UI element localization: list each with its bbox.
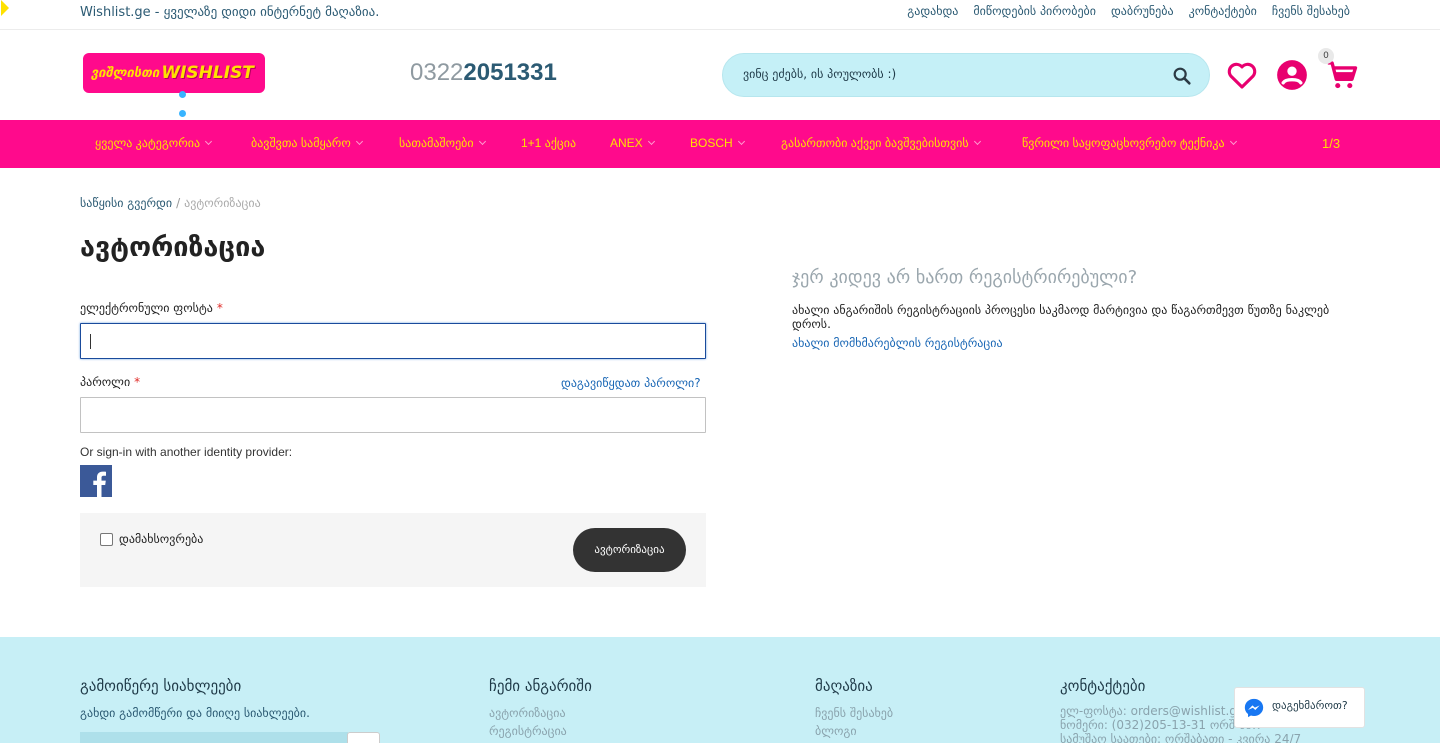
- shop-title: მაღაზია: [815, 677, 873, 695]
- email-field[interactable]: [80, 323, 706, 359]
- register-title: ჯერ კიდევ არ ხართ რეგისტრირებული?: [792, 267, 1138, 288]
- chevron-down-icon: [355, 137, 363, 146]
- chevron-down-icon: [973, 137, 981, 146]
- facebook-icon[interactable]: [80, 465, 112, 497]
- nav-label: ყველა კატეგორია: [95, 136, 201, 150]
- site-logo[interactable]: ვიშლისთი WISHLIST: [83, 53, 265, 117]
- top-bar: Wishlist.ge - ყველაზე დიდი ინტერნეტ მაღა…: [0, 0, 1440, 30]
- required-mark: *: [134, 375, 141, 389]
- nav-item-kids-entertainment[interactable]: გასართობი აქვეი ბავშვებისთვის: [781, 136, 981, 150]
- nav-pager: 1/3: [1322, 136, 1341, 151]
- login-submit-button[interactable]: ავტორიზაცია: [573, 528, 686, 572]
- newsletter-title: გამოიწერე სიახლეები: [80, 677, 242, 695]
- account-icon[interactable]: [1275, 58, 1309, 92]
- top-link-returns[interactable]: დაბრუნება: [1111, 4, 1174, 18]
- chevron-down-icon: [205, 137, 213, 146]
- logo-text-latin: WISHLIST: [161, 63, 254, 83]
- identity-provider-text: Or sign-in with another identity provide…: [80, 445, 293, 459]
- chevron-down-icon: [647, 137, 655, 146]
- password-label: პაროლი *: [80, 375, 140, 389]
- search-input[interactable]: ვინც ეძებს, ის პოულობს :): [743, 67, 896, 81]
- register-link[interactable]: ახალი მომხმარებლის რეგისტრაცია: [792, 336, 1003, 350]
- logo-wheels: [179, 83, 197, 117]
- messenger-label: დაგეხმაროთ?: [1272, 699, 1348, 712]
- nav-item-all-categories[interactable]: ყველა კატეგორია: [95, 136, 213, 150]
- nav-item-toys[interactable]: სათამაშოები: [399, 136, 486, 150]
- nav-label: სათამაშოები: [399, 136, 474, 150]
- cart-count-badge: 0: [1318, 48, 1334, 64]
- required-mark: *: [216, 301, 223, 315]
- nav-label: 1+1 აქცია: [521, 136, 577, 150]
- newsletter-text: გახდი გამომწერი და მიიღე სიახლეები.: [80, 706, 310, 720]
- nav-label: წვრილი საყოფაცხოვრებო ტექნიკა: [1022, 136, 1225, 150]
- nav-item-kids-world[interactable]: ბავშვთა სამყარო: [251, 136, 363, 150]
- remember-me-label[interactable]: დამახსოვრება: [119, 532, 203, 546]
- nav-label: გასართობი აქვეი ბავშვებისთვის: [781, 136, 969, 150]
- contact-email: ელ-ფოსტა: orders@wishlist.ge: [1060, 704, 1245, 718]
- top-link-about[interactable]: ჩვენს შესახებ: [1272, 4, 1350, 18]
- search-bar[interactable]: ვინც ეძებს, ის პოულობს :): [722, 53, 1210, 97]
- messenger-widget[interactable]: დაგეხმაროთ?: [1234, 687, 1365, 728]
- top-link-contacts[interactable]: კონტაქტები: [1189, 4, 1257, 18]
- nav-label: ბავშვთა სამყარო: [251, 136, 351, 150]
- breadcrumb-home[interactable]: საწყისი გვერდი: [80, 196, 172, 210]
- newsletter-email-input[interactable]: [80, 732, 348, 743]
- password-field[interactable]: [80, 397, 706, 433]
- register-text: ახალი ანგარიშის რეგისტრაციის პროცესი საკ…: [792, 303, 1330, 331]
- login-actions: დამახსოვრება ავტორიზაცია: [80, 513, 706, 587]
- password-label-text: პაროლი: [80, 375, 131, 389]
- phone-main: 051331: [476, 59, 557, 86]
- breadcrumb: საწყისი გვერდი / ავტორიზაცია: [80, 196, 261, 210]
- phone-mid: 2: [463, 59, 477, 86]
- breadcrumb-current: ავტორიზაცია: [184, 196, 261, 210]
- phone-number[interactable]: 03222051331: [410, 59, 557, 87]
- forgot-password-link[interactable]: დაგავიწყდათ პაროლი?: [561, 376, 701, 390]
- nav-item-anex[interactable]: ANEX: [610, 136, 655, 150]
- account-title: ჩემი ანგარიში: [489, 677, 592, 695]
- messenger-icon: [1244, 698, 1264, 718]
- main-nav: ყველა კატეგორია ბავშვთა სამყარო სათამაშო…: [0, 120, 1440, 168]
- nav-next-arrow-icon[interactable]: [0, 0, 10, 16]
- site-tagline: Wishlist.ge - ყველაზე დიდი ინტერნეტ მაღა…: [80, 5, 380, 20]
- cart-icon[interactable]: [1325, 58, 1359, 92]
- search-icon[interactable]: [1171, 65, 1193, 87]
- page-title: ავტორიზაცია: [80, 232, 266, 263]
- contacts-title: კონტაქტები: [1060, 677, 1146, 695]
- email-label-text: ელექტრონული ფოსტა: [80, 301, 213, 315]
- chevron-down-icon: [737, 137, 745, 146]
- contact-hours: სამუშაო საათები: ორშაბათი - კვირა 24/7: [1060, 732, 1302, 743]
- text-caret: [90, 334, 91, 349]
- top-link-delivery[interactable]: მიწოდების პირობები: [973, 4, 1096, 18]
- nav-item-promo[interactable]: 1+1 აქცია: [521, 136, 576, 150]
- newsletter-submit-button[interactable]: [347, 732, 380, 743]
- footer-link-blog[interactable]: ბლოგი: [815, 724, 857, 738]
- chevron-down-icon: [1229, 137, 1237, 146]
- heart-icon[interactable]: [1225, 58, 1259, 92]
- nav-label: ANEX: [610, 136, 643, 150]
- logo-text-georgian: ვიშლისთი: [91, 65, 160, 81]
- top-link-payment[interactable]: გადახდა: [907, 4, 958, 18]
- footer-link-login[interactable]: ავტორიზაცია: [489, 706, 566, 720]
- phone-prefix: 0322: [410, 59, 464, 86]
- footer-link-about[interactable]: ჩვენს შესახებ: [815, 706, 893, 720]
- breadcrumb-separator: /: [176, 196, 181, 210]
- email-label: ელექტრონული ფოსტა *: [80, 301, 223, 315]
- chevron-down-icon: [478, 137, 486, 146]
- nav-label: BOSCH: [690, 136, 733, 150]
- footer-link-register[interactable]: რეგისტრაცია: [489, 724, 567, 738]
- remember-me-checkbox[interactable]: [100, 533, 113, 546]
- nav-item-bosch[interactable]: BOSCH: [690, 136, 745, 150]
- nav-item-appliances[interactable]: წვრილი საყოფაცხოვრებო ტექნიკა: [1022, 136, 1237, 150]
- footer: გამოიწერე სიახლეები გახდი გამომწერი და მ…: [0, 637, 1440, 743]
- top-links: გადახდა მიწოდების პირობები დაბრუნება კონ…: [907, 4, 1350, 18]
- contact-phone: ნომერი: (032)205-13-31 ორშ-პარ: [1060, 718, 1262, 732]
